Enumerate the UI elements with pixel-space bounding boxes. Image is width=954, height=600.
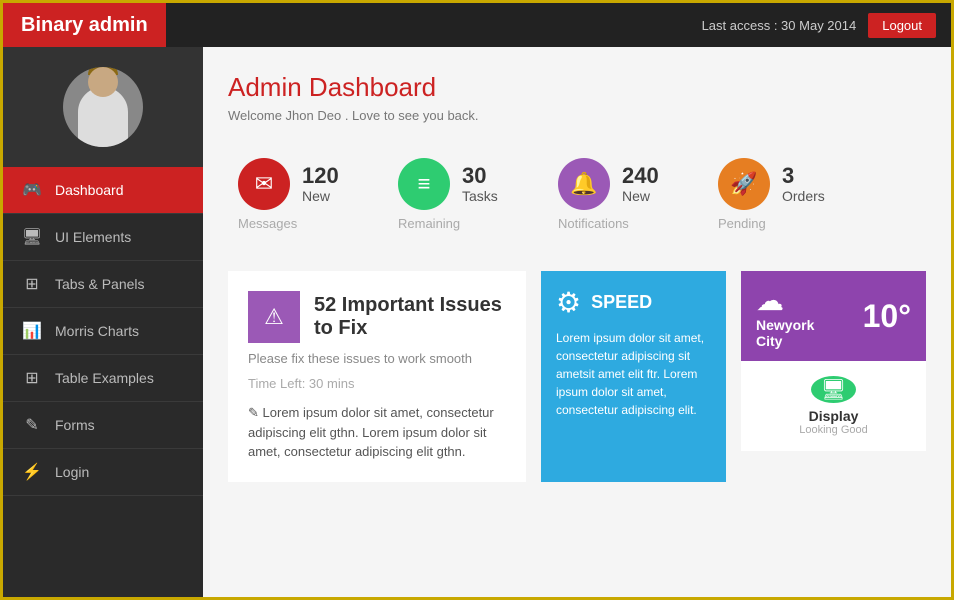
- nav-items: 🎮 Dashboard 🖥 UI Elements ⊞ Tabs & Panel…: [3, 167, 203, 597]
- app-title: Binary admin: [3, 3, 166, 47]
- stat-main-orders: 🚀 3 Orders: [718, 158, 825, 210]
- weather-temp: 10°: [863, 298, 911, 335]
- display-icon: 🖥: [811, 376, 856, 403]
- alert-time: Time Left: 30 mins: [248, 376, 506, 391]
- tasks-number: 30: [462, 164, 498, 188]
- sidebar-item-tabs-panels-label: Tabs & Panels: [55, 276, 145, 292]
- alert-icon: ⚠: [248, 291, 300, 343]
- avatar-head: [88, 67, 118, 97]
- messages-label: Messages: [238, 216, 297, 231]
- stat-card-orders: 🚀 3 Orders Pending: [708, 148, 868, 241]
- right-cards: ☁ Newyork City 10° 🖥 Display Looking Goo…: [741, 271, 926, 482]
- alert-text: ✎ Lorem ipsum dolor sit amet, consectetu…: [248, 403, 506, 462]
- stat-numbers-messages: 120 New: [302, 164, 339, 204]
- stat-card-tasks: ≡ 30 Tasks Remaining: [388, 148, 548, 241]
- display-card: 🖥 Display Looking Good: [741, 361, 926, 451]
- last-access-text: Last access : 30 May 2014: [702, 18, 857, 33]
- stat-main-notifications: 🔔 240 New: [558, 158, 659, 210]
- tasks-label-top: Tasks: [462, 188, 498, 204]
- speed-card: ⚙ SPEED Lorem ipsum dolor sit amet, cons…: [541, 271, 726, 482]
- weather-icon: ☁: [756, 285, 784, 316]
- stat-numbers-tasks: 30 Tasks: [462, 164, 498, 204]
- stat-card-notifications: 🔔 240 New Notifications: [548, 148, 708, 241]
- stat-card-messages: ✉ 120 New Messages: [228, 148, 388, 241]
- sidebar-item-table-examples[interactable]: ⊞ Table Examples: [3, 355, 203, 402]
- top-header: Binary admin Last access : 30 May 2014 L…: [3, 3, 951, 47]
- orders-label: Pending: [718, 216, 766, 231]
- notifications-icon: 🔔: [558, 158, 610, 210]
- sidebar-item-login[interactable]: ⚡ Login: [3, 449, 203, 496]
- alert-box: ⚠ 52 Important Issues to Fix Please fix …: [228, 271, 526, 482]
- sidebar-item-morris-charts[interactable]: 📊 Morris Charts: [3, 308, 203, 355]
- page-subtitle: Welcome Jhon Deo . Love to see you back.: [228, 108, 926, 123]
- stats-row: ✉ 120 New Messages ≡ 30 Tasks Rema: [228, 148, 926, 241]
- sidebar-item-table-examples-label: Table Examples: [55, 370, 154, 386]
- alert-title: 52 Important Issues to Fix: [314, 294, 506, 340]
- sidebar-item-login-label: Login: [55, 464, 89, 480]
- speed-header: ⚙ SPEED: [556, 286, 711, 319]
- weather-info: ☁ Newyork City: [756, 284, 814, 349]
- sidebar: 🎮 Dashboard 🖥 UI Elements ⊞ Tabs & Panel…: [3, 47, 203, 597]
- sidebar-item-tabs-panels[interactable]: ⊞ Tabs & Panels: [3, 261, 203, 308]
- stat-numbers-orders: 3 Orders: [782, 164, 825, 204]
- messages-icon: ✉: [238, 158, 290, 210]
- login-icon: ⚡: [21, 462, 43, 482]
- stat-main-tasks: ≡ 30 Tasks: [398, 158, 498, 210]
- sidebar-item-dashboard-label: Dashboard: [55, 182, 124, 198]
- messages-label-top: New: [302, 188, 339, 204]
- logout-button[interactable]: Logout: [868, 13, 936, 38]
- main-content: Admin Dashboard Welcome Jhon Deo . Love …: [203, 47, 951, 597]
- tasks-icon: ≡: [398, 158, 450, 210]
- alert-header: ⚠ 52 Important Issues to Fix: [248, 291, 506, 343]
- display-sublabel: Looking Good: [799, 424, 868, 436]
- avatar-body: [78, 87, 128, 147]
- notifications-label-top: New: [622, 188, 659, 204]
- alert-text-icon: ✎: [248, 405, 259, 420]
- notifications-number: 240: [622, 164, 659, 188]
- speed-icon: ⚙: [556, 286, 581, 319]
- speed-text: Lorem ipsum dolor sit amet, consectetur …: [556, 329, 711, 419]
- speed-title: SPEED: [591, 292, 652, 313]
- sidebar-item-dashboard[interactable]: 🎮 Dashboard: [3, 167, 203, 214]
- sidebar-item-ui-elements[interactable]: 🖥 UI Elements: [3, 214, 203, 261]
- ui-elements-icon: 🖥: [21, 227, 43, 247]
- sidebar-item-forms-label: Forms: [55, 417, 95, 433]
- tabs-panels-icon: ⊞: [21, 274, 43, 294]
- stat-main-messages: ✉ 120 New: [238, 158, 339, 210]
- orders-number: 3: [782, 164, 825, 188]
- sidebar-item-forms[interactable]: ✎ Forms: [3, 402, 203, 449]
- dashboard-icon: 🎮: [21, 180, 43, 200]
- header-right: Last access : 30 May 2014 Logout: [702, 13, 936, 38]
- sidebar-item-ui-elements-label: UI Elements: [55, 229, 131, 245]
- orders-icon: 🚀: [718, 158, 770, 210]
- alert-subtitle: Please fix these issues to work smooth: [248, 351, 506, 366]
- orders-label-top: Orders: [782, 188, 825, 204]
- weather-city: Newyork: [756, 317, 814, 333]
- main-layout: 🎮 Dashboard 🖥 UI Elements ⊞ Tabs & Panel…: [3, 47, 951, 597]
- morris-charts-icon: 📊: [21, 321, 43, 341]
- avatar: [63, 67, 143, 147]
- avatar-section: [3, 47, 203, 167]
- sidebar-item-morris-charts-label: Morris Charts: [55, 323, 139, 339]
- messages-number: 120: [302, 164, 339, 188]
- alert-body-text: Lorem ipsum dolor sit amet, consectetur …: [248, 405, 494, 459]
- page-title: Admin Dashboard: [228, 72, 926, 103]
- stat-numbers-notifications: 240 New: [622, 164, 659, 204]
- weather-region: City: [756, 333, 814, 349]
- display-label: Display: [809, 408, 859, 424]
- forms-icon: ✎: [21, 415, 43, 435]
- weather-card: ☁ Newyork City 10°: [741, 271, 926, 361]
- table-examples-icon: ⊞: [21, 368, 43, 388]
- notifications-label: Notifications: [558, 216, 629, 231]
- bottom-row: ⚠ 52 Important Issues to Fix Please fix …: [228, 271, 926, 482]
- tasks-label: Remaining: [398, 216, 460, 231]
